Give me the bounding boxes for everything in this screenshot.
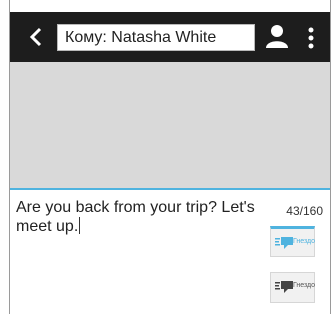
recipient-text: Кому: Natasha White — [65, 29, 217, 46]
send-button-label: Гнездо — [293, 238, 316, 245]
more-vertical-icon[interactable] — [308, 27, 314, 49]
message-input[interactable]: Are you back from your trip? Let's meet … — [16, 198, 278, 236]
send-message-icon — [275, 281, 293, 293]
send-message-icon — [275, 237, 293, 249]
conversation-area[interactable] — [10, 62, 330, 188]
send-button-label: Гнездо — [293, 282, 316, 289]
chevron-left-icon[interactable] — [26, 26, 48, 48]
character-counter: 43/160 — [286, 204, 323, 218]
send-button-sim2[interactable]: Гнездо — [270, 272, 315, 303]
top-toolbar: Кому: Natasha White — [10, 12, 330, 62]
text-cursor — [79, 217, 81, 234]
send-button-sim1[interactable]: Гнездо — [270, 226, 315, 257]
recipient-field[interactable]: Кому: Natasha White — [57, 24, 255, 51]
messaging-screen: Кому: Natasha White Are you back from yo… — [0, 0, 331, 314]
person-icon[interactable] — [265, 24, 289, 50]
message-text: Are you back from your trip? Let's meet … — [16, 199, 255, 235]
compose-area[interactable]: Are you back from your trip? Let's meet … — [10, 190, 330, 314]
